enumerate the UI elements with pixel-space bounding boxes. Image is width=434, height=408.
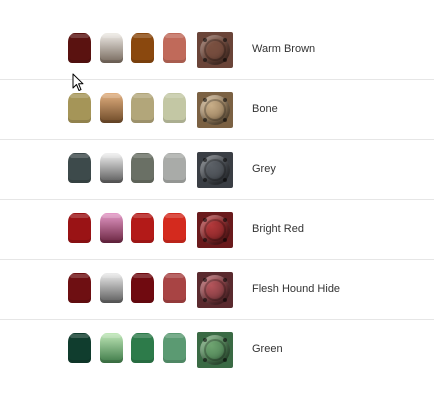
paint-pot[interactable] [131, 93, 154, 123]
scheme-name: Grey [252, 163, 276, 175]
shoulder-pad-swatch[interactable] [197, 272, 233, 308]
paint-pot[interactable] [131, 33, 154, 63]
paint-scheme-list: Warm Brown Bone Grey Bright Red Flesh Ho… [0, 20, 434, 380]
rivet-icon [203, 338, 207, 342]
paint-pot[interactable] [163, 273, 186, 303]
list-item[interactable]: Bone [0, 80, 434, 140]
paint-pot[interactable] [100, 333, 123, 363]
paint-pot[interactable] [131, 153, 154, 183]
rivet-icon [203, 38, 207, 42]
rivet-icon [203, 158, 207, 162]
rivet-icon [223, 238, 227, 242]
rivet-icon [223, 38, 227, 42]
paint-pot[interactable] [131, 333, 154, 363]
scheme-name: Warm Brown [252, 43, 316, 55]
paint-pot[interactable] [100, 93, 123, 123]
list-item[interactable]: Grey [0, 140, 434, 200]
paint-pot[interactable] [163, 213, 186, 243]
paint-pot[interactable] [68, 153, 91, 183]
paint-pot[interactable] [68, 213, 91, 243]
rivet-icon [223, 278, 227, 282]
scheme-name: Bright Red [252, 223, 304, 235]
list-item[interactable]: Warm Brown [0, 20, 434, 80]
paint-pot[interactable] [68, 273, 91, 303]
paint-pot[interactable] [100, 33, 123, 63]
shoulder-pad-swatch[interactable] [197, 32, 233, 68]
paint-pot[interactable] [68, 93, 91, 123]
paint-pot[interactable] [163, 33, 186, 63]
rivet-icon [223, 98, 227, 102]
mouse-cursor-icon [72, 73, 84, 91]
rivet-icon [203, 238, 207, 242]
rivet-icon [203, 218, 207, 222]
scheme-name: Bone [252, 103, 278, 115]
list-item[interactable]: Flesh Hound Hide [0, 260, 434, 320]
shoulder-pad-swatch[interactable] [197, 152, 233, 188]
paint-pot[interactable] [163, 93, 186, 123]
rivet-icon [223, 298, 227, 302]
rivet-icon [203, 118, 207, 122]
paint-pot[interactable] [100, 213, 123, 243]
shoulder-pad-swatch[interactable] [197, 332, 233, 368]
rivet-icon [203, 98, 207, 102]
paint-pot[interactable] [100, 153, 123, 183]
rivet-icon [223, 58, 227, 62]
rivet-icon [203, 278, 207, 282]
paint-pot[interactable] [131, 213, 154, 243]
rivet-icon [203, 178, 207, 182]
scheme-name: Green [252, 343, 283, 355]
paint-pot[interactable] [163, 153, 186, 183]
rivet-icon [223, 338, 227, 342]
rivet-icon [223, 218, 227, 222]
rivet-icon [223, 158, 227, 162]
shoulder-pad-swatch[interactable] [197, 212, 233, 248]
paint-pot[interactable] [100, 273, 123, 303]
list-item[interactable]: Bright Red [0, 200, 434, 260]
rivet-icon [203, 58, 207, 62]
paint-pot[interactable] [163, 333, 186, 363]
rivet-icon [203, 358, 207, 362]
paint-pot[interactable] [68, 333, 91, 363]
rivet-icon [223, 358, 227, 362]
scheme-name: Flesh Hound Hide [252, 283, 341, 295]
rivet-icon [203, 298, 207, 302]
rivet-icon [223, 118, 227, 122]
shoulder-pad-swatch[interactable] [197, 92, 233, 128]
paint-pot[interactable] [68, 33, 91, 63]
list-item[interactable]: Green [0, 320, 434, 380]
paint-pot[interactable] [131, 273, 154, 303]
rivet-icon [223, 178, 227, 182]
